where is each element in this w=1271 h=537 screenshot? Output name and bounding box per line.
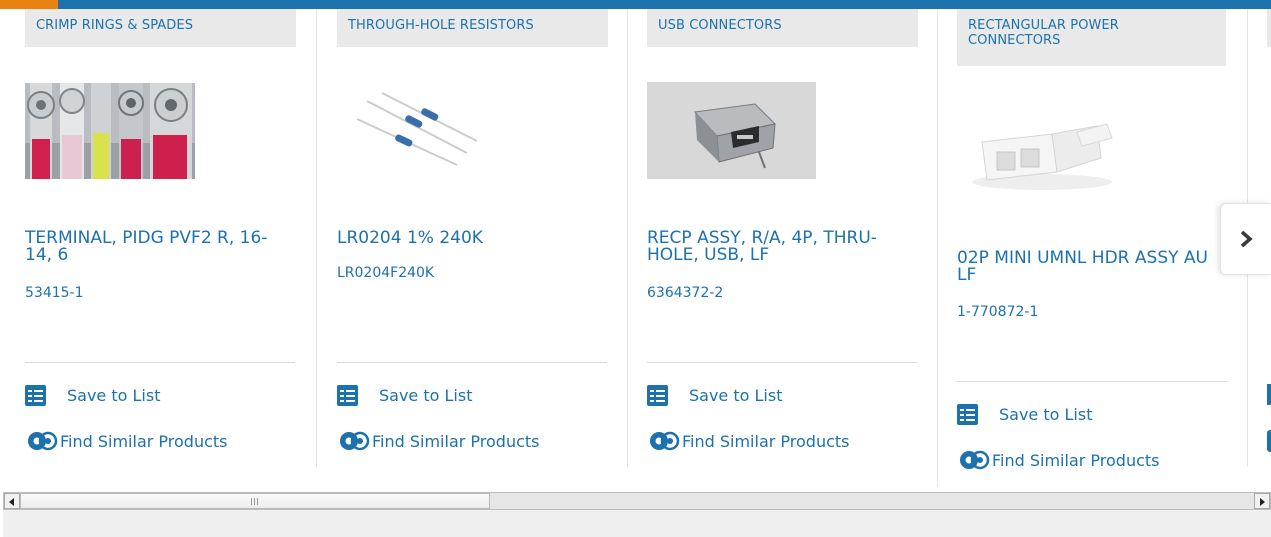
column-divider bbox=[627, 9, 628, 467]
gears-icon bbox=[25, 430, 58, 452]
card-separator bbox=[957, 381, 1227, 382]
product-card: USB CONNECTORS RECP ASSY, R/A, 4P, THRU-… bbox=[647, 9, 927, 467]
find-similar-label: Find Similar Products bbox=[992, 450, 1160, 470]
product-title[interactable]: LR0204 1% 240K bbox=[337, 230, 597, 247]
save-to-list-button[interactable]: Save to List bbox=[957, 404, 1092, 425]
save-to-list-label: Save to List bbox=[999, 405, 1093, 424]
find-similar-button[interactable]: Find Similar Products bbox=[957, 449, 1160, 471]
horizontal-scrollbar[interactable] bbox=[3, 492, 1271, 510]
carousel-next-button[interactable] bbox=[1220, 203, 1271, 275]
scrollbar-thumb[interactable] bbox=[20, 493, 490, 509]
find-similar-button[interactable]: Find Similar Products bbox=[337, 430, 540, 452]
category-label[interactable]: CRIMP RINGS & SPADES bbox=[25, 9, 296, 47]
triangle-left-icon bbox=[9, 498, 14, 506]
part-number[interactable]: 1-770872-1 bbox=[957, 304, 1038, 321]
list-check-icon bbox=[647, 385, 668, 406]
product-title[interactable]: TERMINAL, PIDG PVF2 R, 16-14, 6 bbox=[25, 230, 285, 264]
product-card: RECTANGULAR POWER CONNECTORS 02P MINI UM… bbox=[957, 9, 1237, 487]
find-similar-label: Find Similar Products bbox=[682, 431, 850, 451]
list-check-icon bbox=[1267, 384, 1271, 405]
chevron-right-icon bbox=[1240, 230, 1253, 248]
category-label[interactable]: USB CONNECTORS bbox=[647, 9, 918, 47]
product-carousel: CRIMP RINGS & SPADES TERMINAL, PIDG PVF2… bbox=[0, 9, 1271, 492]
product-image-crimp-rings[interactable] bbox=[25, 83, 195, 179]
gears-icon bbox=[337, 430, 370, 452]
category-label[interactable]: RECTANGULAR POWER CONNECTORS bbox=[957, 9, 1226, 66]
find-similar-button[interactable]: Find Similar Products bbox=[647, 430, 850, 452]
product-image-resistors[interactable] bbox=[337, 83, 487, 179]
triangle-right-icon bbox=[1260, 498, 1265, 506]
gears-icon bbox=[957, 449, 990, 471]
gears-icon bbox=[1267, 430, 1271, 452]
card-separator bbox=[647, 362, 917, 363]
column-divider bbox=[937, 9, 938, 487]
part-number[interactable]: LR0204F240K bbox=[337, 265, 434, 282]
list-check-icon bbox=[957, 404, 978, 425]
product-image-power-connector[interactable] bbox=[957, 102, 1127, 198]
save-to-list-button[interactable]: Save to List bbox=[647, 385, 782, 406]
category-label[interactable]: THROUGH-HOLE RESISTORS bbox=[337, 9, 608, 47]
scroll-left-button[interactable] bbox=[4, 493, 20, 509]
footer-area bbox=[3, 510, 1271, 537]
save-to-list-label: Save to List bbox=[379, 386, 473, 405]
list-check-icon bbox=[25, 385, 46, 406]
list-check-icon bbox=[337, 385, 358, 406]
product-title[interactable]: 02P MINI UMNL HDR ASSY AU LF bbox=[957, 250, 1227, 284]
find-similar-button[interactable]: Find Similar Products bbox=[25, 430, 228, 452]
product-title[interactable]: RECP ASSY, R/A, 4P, THRU-HOLE, USB, LF bbox=[647, 230, 907, 264]
gears-icon bbox=[647, 430, 680, 452]
scroll-right-button[interactable] bbox=[1254, 493, 1270, 509]
product-image-usb-connector[interactable] bbox=[647, 82, 816, 179]
save-to-list-label: Save to List bbox=[689, 386, 783, 405]
category-label[interactable] bbox=[1267, 9, 1271, 47]
column-divider bbox=[316, 9, 317, 467]
part-number[interactable]: 53415-1 bbox=[25, 285, 84, 302]
save-to-list-button[interactable]: Save to List bbox=[25, 385, 160, 406]
part-number[interactable]: 6364372-2 bbox=[647, 285, 723, 302]
card-separator bbox=[25, 362, 295, 363]
top-brand-bar bbox=[0, 0, 1271, 9]
find-similar-label: Find Similar Products bbox=[60, 431, 228, 451]
product-card: THROUGH-HOLE RESISTORS LR0204 1% 240K LR… bbox=[337, 9, 617, 467]
find-similar-label: Find Similar Products bbox=[372, 431, 540, 451]
product-card: CRIMP RINGS & SPADES TERMINAL, PIDG PVF2… bbox=[25, 9, 305, 467]
card-separator bbox=[337, 362, 607, 363]
active-accent bbox=[0, 0, 58, 9]
save-to-list-label: Save to List bbox=[67, 386, 161, 405]
save-to-list-button[interactable]: Save to List bbox=[337, 385, 472, 406]
